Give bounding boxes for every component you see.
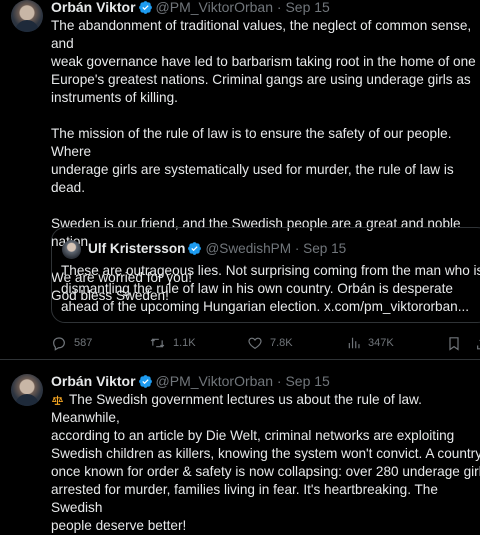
author-name[interactable]: Orbán Viktor <box>51 373 136 389</box>
dot-separator: · <box>276 373 282 389</box>
tweet-date[interactable]: Sep 15 <box>285 373 329 389</box>
bookmark-icon <box>449 336 459 351</box>
author-handle[interactable]: @PM_ViktorOrban <box>156 373 273 389</box>
repost-icon <box>150 338 165 348</box>
analytics-icon <box>348 337 360 349</box>
tweet-text: The Swedish government lectures us about… <box>51 392 480 533</box>
author-handle[interactable]: @PM_ViktorOrban <box>156 0 273 15</box>
share-button[interactable] <box>475 332 480 354</box>
bookmark-button[interactable] <box>446 332 462 354</box>
quote-header: Ulf Kristersson @SwedishPM · Sep 15 <box>88 240 346 258</box>
quote-avatar <box>62 240 81 259</box>
reply-icon <box>53 337 65 351</box>
view-count: 347K <box>368 337 394 349</box>
tweet[interactable]: Orbán Viktor @PM_ViktorOrban · Sep 15 The… <box>0 360 480 533</box>
quote-date: Sep 15 <box>303 241 347 256</box>
verified-badge-icon <box>188 242 202 255</box>
tweet-header: Orbán Viktor @PM_ViktorOrban · Sep 15 <box>51 0 330 16</box>
tweet-date[interactable]: Sep 15 <box>285 0 329 15</box>
author-name[interactable]: Orbán Viktor <box>51 0 136 15</box>
quote-author-handle: @SwedishPM <box>205 241 292 256</box>
reply-count: 587 <box>74 337 93 349</box>
quoted-tweet[interactable]: Ulf Kristersson @SwedishPM · Sep 15 These… <box>51 227 480 323</box>
repost-count: 1.1K <box>173 337 196 349</box>
views-button[interactable]: 347K <box>347 332 394 354</box>
quote-text: These are outrageous lies. Not surprisin… <box>61 263 480 314</box>
like-button[interactable]: 7.8K <box>247 332 293 354</box>
share-icon <box>477 339 480 349</box>
tweet-header: Orbán Viktor @PM_ViktorOrban · Sep 15 <box>51 372 330 390</box>
quote-author-name: Ulf Kristersson <box>88 241 186 256</box>
action-bar: 587 1.1K 7.8K 347K <box>51 332 480 354</box>
verified-badge-icon <box>138 375 152 388</box>
avatar[interactable] <box>11 374 43 406</box>
dot-separator: · <box>294 241 300 256</box>
repost-button[interactable]: 1.1K <box>149 332 196 354</box>
verified-badge-icon <box>138 1 152 14</box>
dot-separator: · <box>276 0 282 15</box>
like-count: 7.8K <box>270 337 293 349</box>
tweet[interactable]: Orbán Viktor @PM_ViktorOrban · Sep 15 The… <box>0 0 480 359</box>
heart-icon <box>248 337 262 350</box>
reply-button[interactable]: 587 <box>51 332 92 354</box>
avatar[interactable] <box>11 0 43 32</box>
